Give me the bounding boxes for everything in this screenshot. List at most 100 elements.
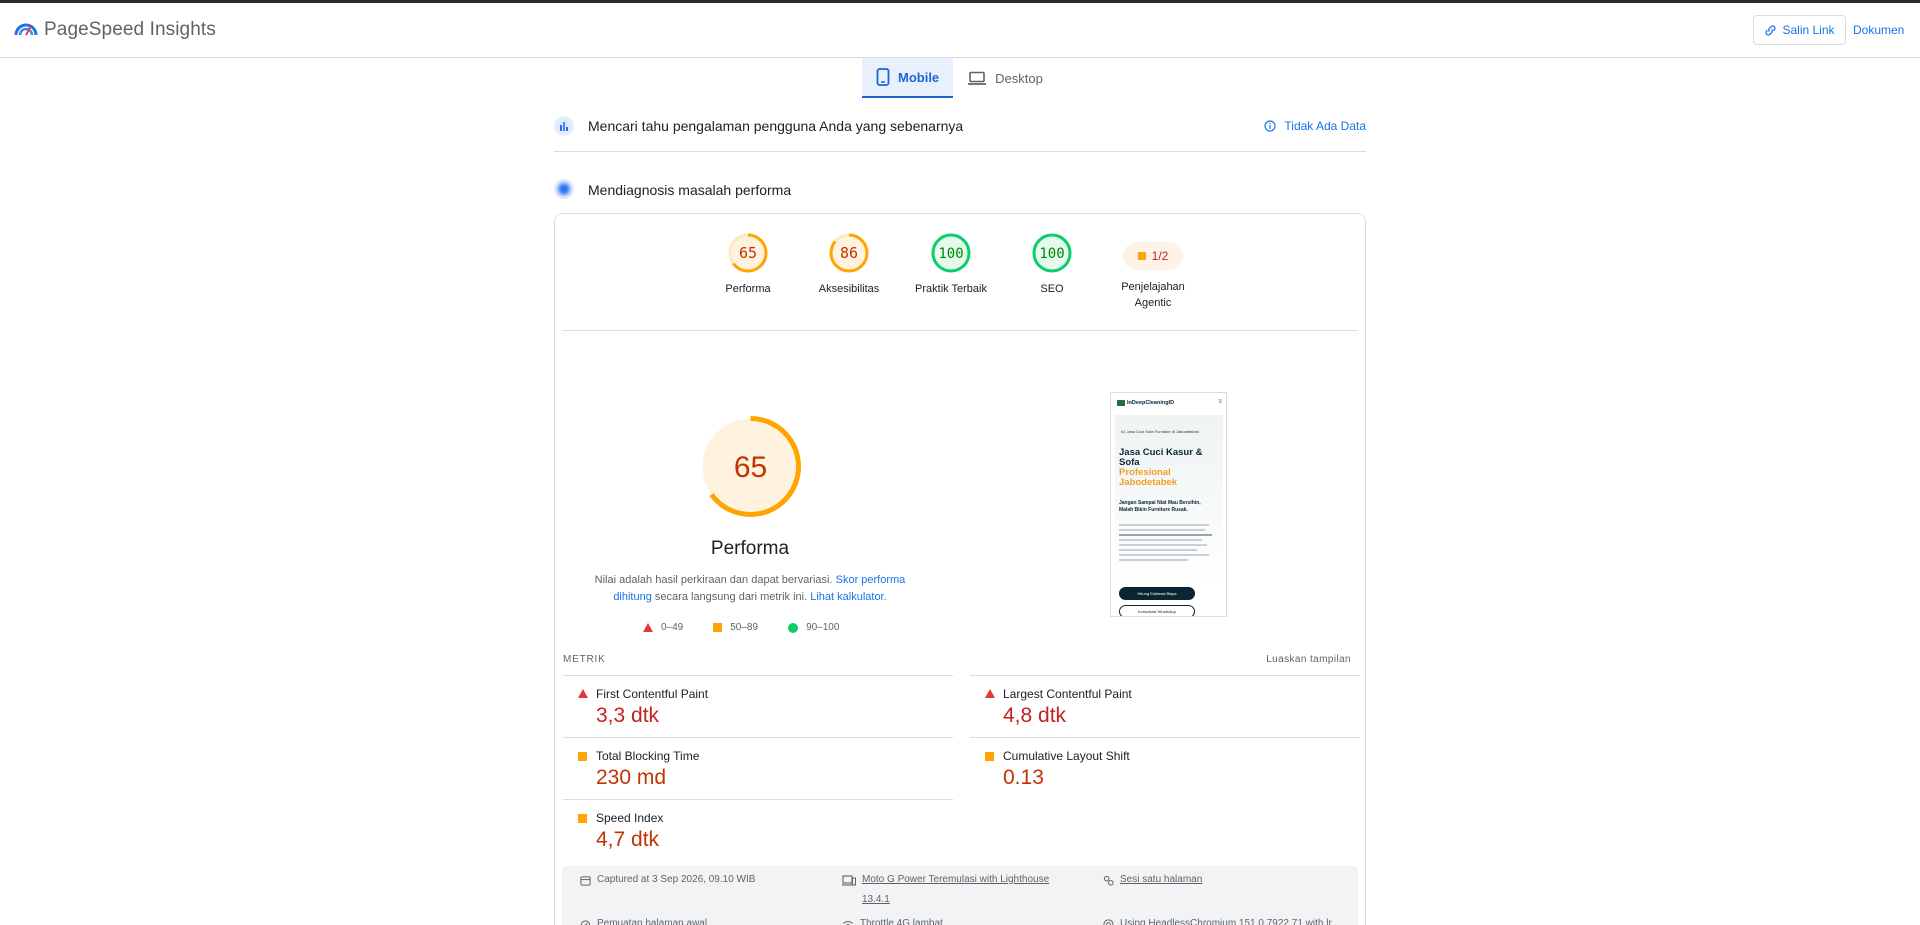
- gauge-performance[interactable]: 65 Performa: [703, 232, 793, 297]
- gauge-label: Praktik Terbaik: [915, 283, 987, 295]
- pass-circle-icon: [788, 622, 799, 633]
- metric-fcp: First Contentful Paint 3,3 dtk: [563, 675, 953, 737]
- gauge-label: Penjelajahan Agentic: [1108, 279, 1198, 311]
- tab-mobile[interactable]: Mobile: [862, 58, 954, 98]
- runtime-initial-load[interactable]: Pemuatan halaman awal: [580, 914, 707, 925]
- score-legend: 0–49 50–89 90–100: [643, 622, 883, 633]
- expand-view-toggle[interactable]: Luaskan tampilan: [1266, 654, 1351, 665]
- no-data-link[interactable]: Tidak Ada Data: [1264, 119, 1366, 133]
- gauge-label: Performa: [725, 283, 771, 295]
- diagnose-section: Mendiagnosis masalah performa: [554, 178, 1366, 208]
- runtime-browser[interactable]: Using HeadlessChromium 151.0.7922.71 wit…: [1103, 914, 1332, 925]
- average-square-icon: [1137, 252, 1146, 260]
- legend-pass-label: 90–100: [806, 622, 840, 633]
- metric-name: First Contentful Paint: [596, 687, 709, 701]
- throttle-text: Throttle 4G lambat: [860, 918, 943, 925]
- desc-text-2: secara langsung dari metrik ini.: [654, 591, 808, 603]
- performance-score-gauge: 65: [700, 416, 801, 517]
- metric-value: 0.13: [1003, 766, 1044, 789]
- fail-triangle-icon: [985, 689, 995, 698]
- shot-brand: InDeepCleaningID: [1127, 400, 1175, 406]
- field-data-section: Mencari tahu pengalaman pengguna Anda ya…: [554, 112, 1366, 152]
- timer-icon: [580, 920, 591, 925]
- fail-triangle-icon: [643, 623, 653, 632]
- agentic-label-line1: Penjelajahan: [1121, 281, 1185, 293]
- users-chart-icon: [554, 116, 574, 136]
- category-gauges: 65 Performa 86 Aksesibilitas 100 Praktik…: [555, 214, 1367, 330]
- page-screenshot-thumbnail[interactable]: InDeepCleaningID ≡ #1 Jasa Cuci Sofa Fur…: [1110, 392, 1227, 617]
- divider: [562, 330, 1358, 331]
- average-square-icon: [578, 814, 587, 823]
- legend-fail: 0–49: [643, 622, 683, 633]
- gauge-accessibility[interactable]: 86 Aksesibilitas: [804, 232, 894, 297]
- svg-text:65: 65: [739, 244, 757, 262]
- metric-tbt: Total Blocking Time 230 md: [563, 737, 953, 799]
- metric-name: Total Blocking Time: [596, 749, 700, 763]
- shot-headline: Jasa Cuci Kasur & Sofa Profesional Jabod…: [1119, 448, 1202, 488]
- session-text: Sesi satu halaman: [1120, 874, 1203, 885]
- gauge-ring: 100: [931, 233, 971, 273]
- shot-whatsapp-button: Konsultasi WhatsApp: [1119, 605, 1195, 616]
- device-text-line2: 13.4.1: [862, 894, 890, 905]
- shot-body-text: [1119, 524, 1217, 561]
- browser-text: Using HeadlessChromium 151.0.7922.71 wit…: [1120, 918, 1332, 925]
- legend-pass: 90–100: [788, 622, 839, 633]
- runtime-throttle[interactable]: Throttle 4G lambat: [842, 914, 943, 925]
- gauge-agentic[interactable]: 1/2 Penjelajahan Agentic: [1108, 232, 1198, 311]
- metric-name: Largest Contentful Paint: [1003, 687, 1132, 701]
- desc-text-1: Nilai adalah hasil perkiraan dan dapat b…: [594, 574, 833, 586]
- agentic-fraction: 1/2: [1151, 249, 1169, 263]
- runtime-captured: Captured at 3 Sep 2026, 09.10 WIB: [580, 870, 755, 890]
- gauge-seo[interactable]: 100 SEO: [1007, 232, 1097, 297]
- svg-text:100: 100: [1039, 246, 1064, 262]
- gauge-label: SEO: [1040, 283, 1064, 295]
- metrics-header: METRIK Luaskan tampilan: [563, 654, 1359, 670]
- tab-desktop[interactable]: Desktop: [953, 58, 1057, 98]
- shot-badge: #1 Jasa Cuci Sofa Furniture di Jabodetab…: [1121, 429, 1199, 434]
- metric-value: 4,8 dtk: [1003, 704, 1067, 727]
- no-data-label: Tidak Ada Data: [1284, 119, 1366, 133]
- metric-value: 4,7 dtk: [596, 828, 660, 851]
- metric-value: 3,3 dtk: [596, 704, 660, 727]
- calculator-link[interactable]: Lihat kalkulator.: [810, 591, 886, 603]
- gauge-best-practices[interactable]: 100 Praktik Terbaik: [906, 232, 996, 297]
- svg-text:86: 86: [840, 244, 858, 262]
- shot-sub2: Malah Bikin Furniture Rusak.: [1119, 507, 1188, 513]
- device-text-line1: Moto G Power Teremulasi with Lighthouse: [862, 874, 1050, 885]
- legend-fail-label: 0–49: [661, 622, 684, 633]
- agentic-pill: 1/2: [1123, 242, 1183, 270]
- devices-icon: [842, 875, 856, 886]
- metric-si: Speed Index 4,7 dtk: [563, 799, 953, 861]
- tab-mobile-label: Mobile: [898, 69, 940, 85]
- shot-sub: Jangan Sampai Niat Mau Bersihin, Malah B…: [1119, 500, 1201, 514]
- laptop-icon: [968, 71, 987, 85]
- smartphone-icon: [876, 68, 890, 86]
- performance-score-value: 65: [734, 451, 767, 484]
- calendar-icon: [580, 876, 591, 886]
- docs-link[interactable]: Dokumen: [1853, 23, 1904, 37]
- shot-cta-button: Hitung Estimasi Biaya: [1119, 587, 1195, 600]
- shot-logo-icon: [1117, 400, 1125, 406]
- runtime-session[interactable]: Sesi satu halaman: [1103, 870, 1202, 890]
- captured-text: Captured at 3 Sep 2026, 09.10 WIB: [597, 874, 756, 885]
- network-icon: [843, 921, 853, 925]
- gauge-ring: 65: [728, 233, 768, 273]
- copy-link-button[interactable]: Salin Link: [1753, 15, 1846, 45]
- average-square-icon: [985, 752, 994, 761]
- session-icon: [1103, 875, 1114, 886]
- runtime-settings: Captured at 3 Sep 2026, 09.10 WIB Moto G…: [562, 866, 1358, 925]
- metric-name: Speed Index: [596, 811, 664, 825]
- performance-label: Performa: [710, 538, 790, 559]
- gauge-ring: 100: [1032, 233, 1072, 273]
- pagespeed-logo-icon: [14, 23, 38, 36]
- legend-average: 50–89: [713, 622, 758, 633]
- lighthouse-icon: [554, 179, 574, 199]
- shot-sub1: Jangan Sampai Niat Mau Bersihin,: [1119, 500, 1201, 506]
- app-title[interactable]: PageSpeed Insights: [44, 19, 216, 41]
- copy-link-label: Salin Link: [1782, 23, 1835, 37]
- average-square-icon: [578, 752, 587, 761]
- field-data-title: Mencari tahu pengalaman pengguna Anda ya…: [588, 118, 964, 134]
- diagnose-title: Mendiagnosis masalah performa: [588, 182, 792, 198]
- runtime-device[interactable]: Moto G Power Teremulasi with Lighthouse …: [842, 870, 1049, 910]
- info-icon: [1264, 120, 1276, 132]
